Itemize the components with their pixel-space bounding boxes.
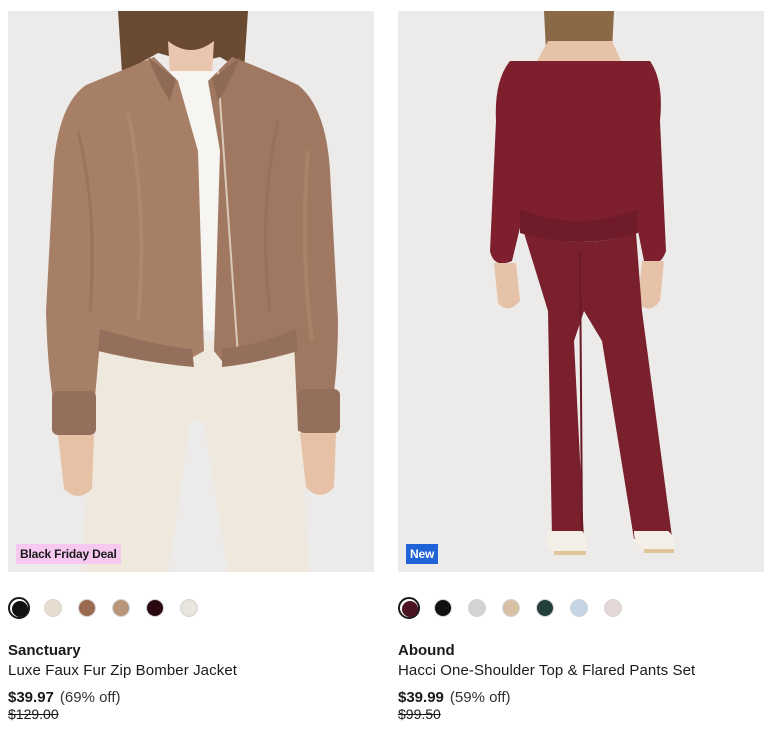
product-photo-jacket (8, 11, 374, 572)
product-name[interactable]: Luxe Faux Fur Zip Bomber Jacket (8, 662, 237, 680)
color-swatch[interactable] (432, 597, 454, 619)
color-swatch[interactable] (500, 597, 522, 619)
product-name[interactable]: Hacci One-Shoulder Top & Flared Pants Se… (398, 662, 695, 680)
color-swatch[interactable] (8, 597, 30, 619)
color-swatch[interactable] (534, 597, 556, 619)
black-friday-deal-badge: Black Friday Deal (16, 544, 121, 564)
color-swatch[interactable] (178, 597, 200, 619)
original-price: $129.00 (8, 706, 59, 722)
sale-price: $39.97 (8, 689, 54, 706)
color-swatches (398, 597, 624, 621)
price-line: $39.97 (69% off) (8, 689, 120, 707)
color-swatch[interactable] (398, 597, 420, 619)
color-swatch[interactable] (466, 597, 488, 619)
discount-percent: (59% off) (449, 689, 511, 706)
product-photo-set (398, 11, 764, 572)
discount-percent: (69% off) (59, 689, 121, 706)
sale-price: $39.99 (398, 689, 444, 706)
product-card[interactable]: Black Friday Deal Sanctuary Luxe Faux Fu… (8, 0, 374, 722)
color-swatch[interactable] (76, 597, 98, 619)
product-card[interactable]: New Abound Hacci One-Shoulder Top & Flar… (398, 0, 764, 722)
color-swatch[interactable] (602, 597, 624, 619)
product-image[interactable]: New (398, 11, 764, 572)
color-swatch[interactable] (144, 597, 166, 619)
price-line: $39.99 (59% off) (398, 689, 510, 707)
color-swatches (8, 597, 200, 621)
product-image[interactable]: Black Friday Deal (8, 11, 374, 572)
color-swatch[interactable] (568, 597, 590, 619)
original-price: $99.50 (398, 706, 441, 722)
color-swatch[interactable] (42, 597, 64, 619)
product-brand[interactable]: Sanctuary (8, 642, 81, 660)
product-brand[interactable]: Abound (398, 642, 455, 660)
new-badge: New (406, 544, 439, 564)
color-swatch[interactable] (110, 597, 132, 619)
